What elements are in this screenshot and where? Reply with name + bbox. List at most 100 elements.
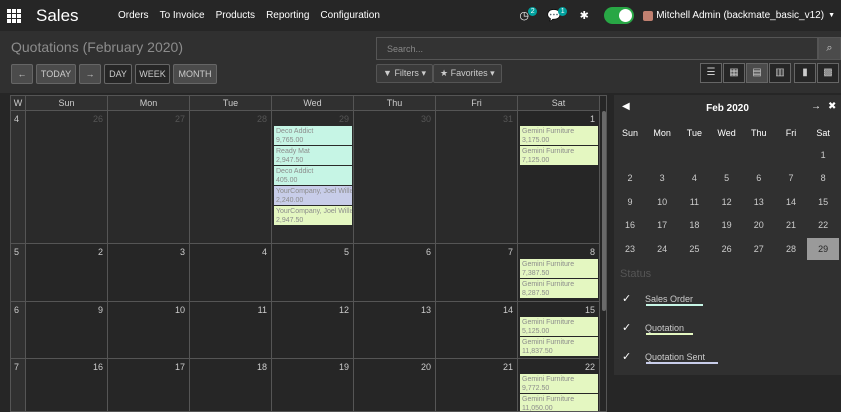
- mini-day[interactable]: 26: [712, 239, 742, 259]
- mini-day[interactable]: 27: [744, 239, 774, 259]
- mini-day[interactable]: 29: [807, 237, 840, 260]
- calendar-event[interactable]: Gemini Furniture 11,837.50: [520, 337, 598, 356]
- calendar-day-cell[interactable]: 2: [26, 244, 108, 302]
- mini-day[interactable]: 1: [808, 145, 838, 165]
- week-button[interactable]: WEEK: [135, 64, 170, 84]
- mini-day[interactable]: 5: [712, 168, 742, 188]
- prev-button[interactable]: ←: [11, 64, 33, 84]
- mini-day[interactable]: 24: [647, 239, 677, 259]
- calendar-day-cell[interactable]: 5: [272, 244, 354, 302]
- favorites-button[interactable]: ★ Favorites ▾: [433, 64, 502, 83]
- calendar-day-cell[interactable]: 10: [108, 302, 190, 359]
- mini-day[interactable]: 28: [776, 239, 806, 259]
- grid-view-icon[interactable]: ▩: [817, 63, 839, 83]
- calendar-event[interactable]: Gemini Furniture 11,050.00: [520, 394, 598, 411]
- calendar-day-cell[interactable]: 28: [190, 111, 272, 244]
- calendar-event[interactable]: Deco Addict 9,765.00: [274, 126, 352, 145]
- menu-reporting[interactable]: Reporting: [266, 10, 309, 21]
- calendar-day-cell[interactable]: 4: [190, 244, 272, 302]
- mini-day[interactable]: 7: [776, 168, 806, 188]
- calendar-event[interactable]: Deco Addict 405.00: [274, 166, 352, 185]
- next-button[interactable]: →: [79, 64, 101, 84]
- calendar-day-cell[interactable]: 7: [436, 244, 518, 302]
- menu-orders[interactable]: Orders: [118, 10, 149, 21]
- calendar-day-cell[interactable]: 26: [26, 111, 108, 244]
- graph-view-icon[interactable]: ▮: [794, 63, 816, 83]
- status-filter-item[interactable]: ✓ Quotation Sent: [622, 350, 718, 364]
- menu-products[interactable]: Products: [216, 10, 255, 21]
- calendar-day-cell[interactable]: 13: [354, 302, 436, 359]
- menu-to-invoice[interactable]: To Invoice: [160, 10, 205, 21]
- menu-configuration[interactable]: Configuration: [320, 10, 379, 21]
- today-button[interactable]: TODAY: [36, 64, 76, 84]
- mini-next-icon[interactable]: →: [811, 101, 821, 112]
- calendar-day-cell[interactable]: 14: [436, 302, 518, 359]
- mini-day[interactable]: 6: [744, 168, 774, 188]
- caret-down-icon[interactable]: ▼: [828, 12, 835, 19]
- mini-day[interactable]: 13: [744, 192, 774, 212]
- month-button[interactable]: MONTH: [173, 64, 217, 84]
- search-input[interactable]: Search...: [376, 37, 818, 60]
- calendar-day-cell[interactable]: 21: [436, 359, 518, 411]
- user-menu[interactable]: Mitchell Admin (backmate_basic_v12): [656, 10, 824, 21]
- mini-day[interactable]: 10: [647, 192, 677, 212]
- mini-day[interactable]: 16: [615, 215, 645, 235]
- dark-mode-toggle[interactable]: [604, 7, 635, 24]
- calendar-day-cell[interactable]: 12: [272, 302, 354, 359]
- mini-day[interactable]: 3: [647, 168, 677, 188]
- calendar-event[interactable]: Gemini Furniture 7,387.50: [520, 259, 598, 278]
- filters-button[interactable]: ▼ Filters ▾: [376, 64, 433, 83]
- mini-day[interactable]: 11: [679, 192, 709, 212]
- calendar-event[interactable]: Gemini Furniture 9,772.50: [520, 374, 598, 393]
- mini-day[interactable]: 19: [712, 215, 742, 235]
- calendar-event[interactable]: YourCompany, Joel Willis 2,240.00: [274, 186, 352, 205]
- mini-day[interactable]: 21: [776, 215, 806, 235]
- calendar-day-cell[interactable]: 31: [436, 111, 518, 244]
- calendar-event[interactable]: YourCompany, Joel Willis 2,947.50: [274, 206, 352, 225]
- mini-day[interactable]: 20: [744, 215, 774, 235]
- pivot-view-icon[interactable]: ▥: [769, 63, 791, 83]
- search-icon[interactable]: ⌕: [818, 37, 841, 60]
- calendar-day-cell[interactable]: 18: [190, 359, 272, 411]
- mini-day[interactable]: 15: [808, 192, 838, 212]
- calendar-day-cell[interactable]: 20: [354, 359, 436, 411]
- mini-day[interactable]: 25: [679, 239, 709, 259]
- mini-day[interactable]: 17: [647, 215, 677, 235]
- calendar-event[interactable]: Gemini Furniture 7,125.00: [520, 146, 598, 165]
- kanban-view-icon[interactable]: ▦: [723, 63, 745, 83]
- calendar-day-cell[interactable]: 17: [108, 359, 190, 411]
- calendar-event[interactable]: Gemini Furniture 3,175.00: [520, 126, 598, 145]
- messages-icon[interactable]: 💬 1: [546, 6, 568, 23]
- calendar-day-cell[interactable]: 3: [108, 244, 190, 302]
- calendar-day-cell[interactable]: 27: [108, 111, 190, 244]
- day-button[interactable]: DAY: [104, 64, 132, 84]
- mini-day[interactable]: 2: [615, 168, 645, 188]
- calendar-day-cell[interactable]: 6: [354, 244, 436, 302]
- calendar-day-cell[interactable]: 30: [354, 111, 436, 244]
- status-filter-item[interactable]: ✓ Quotation: [622, 321, 693, 335]
- activity-icon[interactable]: ◷ 2: [516, 6, 538, 23]
- list-view-icon[interactable]: ☰: [700, 63, 722, 83]
- calendar-day-cell[interactable]: 16: [26, 359, 108, 411]
- calendar-day-cell[interactable]: 19: [272, 359, 354, 411]
- app-title[interactable]: Sales: [36, 6, 108, 26]
- mini-day[interactable]: 4: [679, 168, 709, 188]
- mini-day[interactable]: 9: [615, 192, 645, 212]
- bug-icon[interactable]: ✱: [576, 9, 592, 23]
- mini-day[interactable]: 8: [808, 168, 838, 188]
- mini-day[interactable]: 22: [808, 215, 838, 235]
- mini-day[interactable]: 12: [712, 192, 742, 212]
- calendar-day-cell[interactable]: 9: [26, 302, 108, 359]
- calendar-event[interactable]: Gemini Furniture 8,287.50: [520, 279, 598, 298]
- calendar-scrollbar[interactable]: [602, 111, 606, 311]
- apps-menu-icon[interactable]: [7, 8, 21, 23]
- calendar-event[interactable]: Gemini Furniture 5,125.00: [520, 317, 598, 336]
- mini-day[interactable]: 23: [615, 239, 645, 259]
- status-filter-item[interactable]: ✓ Sales Order: [622, 292, 703, 306]
- calendar-day-cell[interactable]: 11: [190, 302, 272, 359]
- mini-day[interactable]: 14: [776, 192, 806, 212]
- avatar[interactable]: [643, 10, 654, 21]
- mini-day[interactable]: 18: [679, 215, 709, 235]
- calendar-view-icon[interactable]: ▤: [746, 63, 768, 83]
- close-icon[interactable]: ✖: [828, 101, 836, 112]
